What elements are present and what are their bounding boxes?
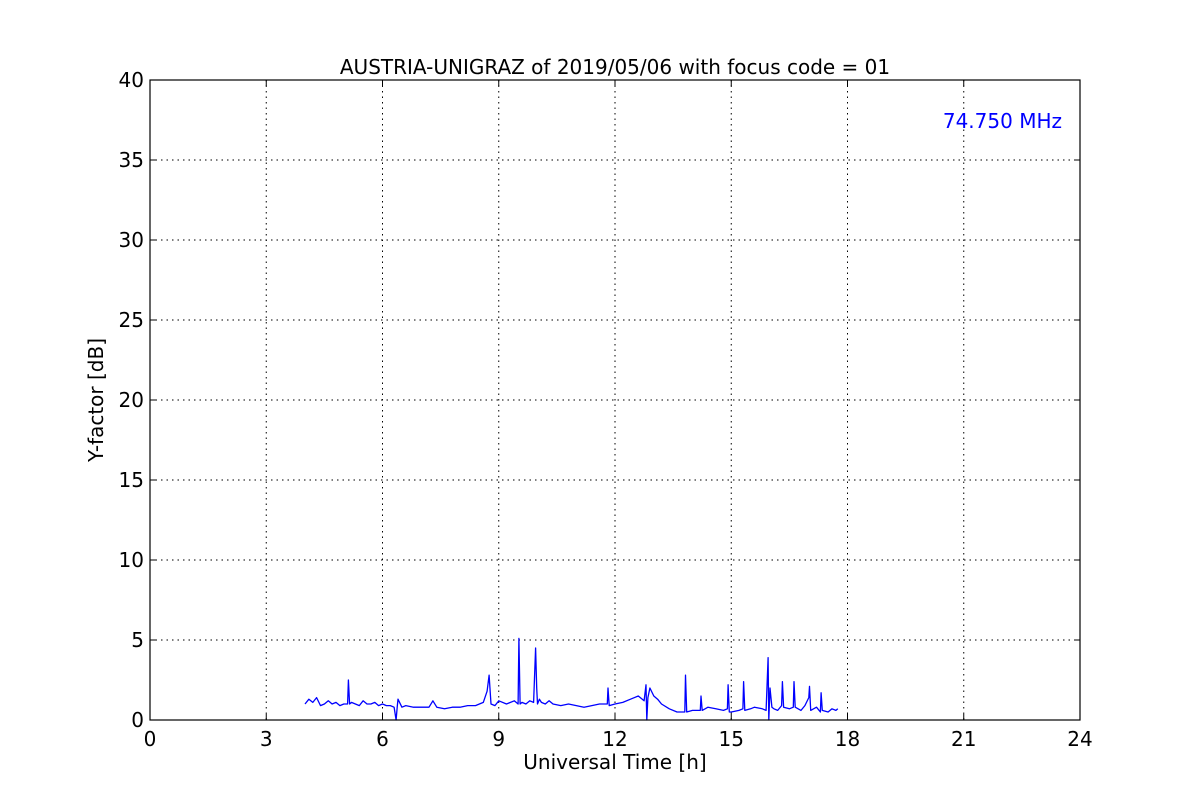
x-axis-label: Universal Time [h] xyxy=(523,750,706,774)
chart-title: AUSTRIA-UNIGRAZ of 2019/05/06 with focus… xyxy=(340,55,890,79)
y-tick-label: 10 xyxy=(119,548,144,572)
frequency-annotation: 74.750 MHz xyxy=(943,109,1062,133)
x-tick-label: 0 xyxy=(144,727,157,751)
chart-figure: 0 3 6 9 12 15 18 21 24 0 5 10 15 20 25 30 35 40 AUSTRIA-U… xyxy=(0,0,1200,800)
y-tick-label: 20 xyxy=(119,388,144,412)
y-tick-label: 35 xyxy=(119,148,144,172)
x-tick-label: 18 xyxy=(835,727,860,751)
line-chart: 0 3 6 9 12 15 18 21 24 0 5 10 15 20 25 30 35 40 AUSTRIA-U… xyxy=(0,0,1200,800)
y-tick-label: 25 xyxy=(119,308,144,332)
y-axis-label: Y-factor [dB] xyxy=(84,338,108,463)
x-tick-label: 15 xyxy=(719,727,744,751)
y-tick-label: 40 xyxy=(119,68,144,92)
x-tick-label: 24 xyxy=(1067,727,1092,751)
y-tick-label: 0 xyxy=(131,708,144,732)
y-tick-label: 15 xyxy=(119,468,144,492)
x-tick-label: 3 xyxy=(260,727,273,751)
y-tick-label: 30 xyxy=(119,228,144,252)
x-tick-label: 6 xyxy=(376,727,389,751)
x-tick-label: 12 xyxy=(602,727,627,751)
y-tick-label: 5 xyxy=(131,628,144,652)
x-tick-label: 9 xyxy=(492,727,505,751)
x-tick-label: 21 xyxy=(951,727,976,751)
